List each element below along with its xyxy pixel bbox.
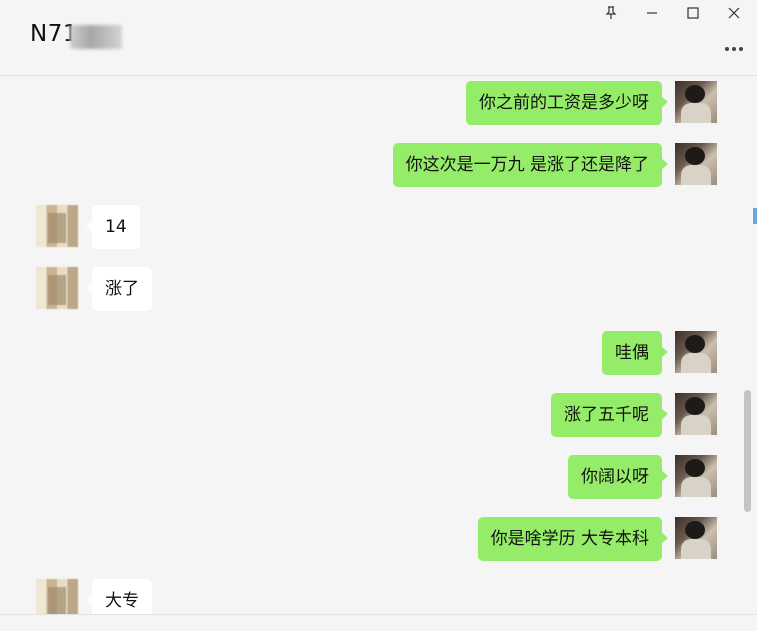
message-received: 14 (0, 205, 757, 251)
scrollbar-thumb[interactable] (744, 390, 751, 512)
edge-marker (753, 208, 757, 224)
more-icon (724, 37, 744, 56)
message-sent: 哇偶 (0, 331, 757, 377)
avatar[interactable] (36, 579, 78, 614)
message-received: 涨了 (0, 267, 757, 313)
message-sent: 你阔以呀 (0, 455, 757, 501)
more-button[interactable] (723, 36, 745, 56)
title-bar: N71 (0, 0, 757, 76)
chat-window: N71 你之前的工资是多少呀 你这次是一万九 是涨了还是降了 14 涨了 哇偶 … (0, 0, 757, 631)
avatar[interactable] (675, 393, 717, 435)
message-bubble[interactable]: 哇偶 (602, 331, 668, 375)
pin-button[interactable] (596, 3, 626, 25)
close-button[interactable] (719, 3, 749, 25)
message-sent: 涨了五千呢 (0, 393, 757, 439)
avatar[interactable] (675, 143, 717, 185)
message-bubble[interactable]: 你是啥学历 大专本科 (477, 517, 669, 561)
message-received: 大专 (0, 579, 757, 614)
avatar[interactable] (36, 267, 78, 309)
avatar[interactable] (675, 455, 717, 497)
avatar[interactable] (675, 331, 717, 373)
message-bubble[interactable]: 14 (86, 205, 140, 249)
avatar[interactable] (675, 81, 717, 123)
message-list[interactable]: 你之前的工资是多少呀 你这次是一万九 是涨了还是降了 14 涨了 哇偶 涨了五千… (0, 76, 757, 614)
close-icon (727, 5, 741, 24)
message-bubble[interactable]: 大专 (86, 579, 152, 614)
title-redaction (70, 25, 122, 49)
message-bubble[interactable]: 你这次是一万九 是涨了还是降了 (392, 143, 669, 187)
avatar[interactable] (675, 517, 717, 559)
minimize-icon (645, 5, 659, 24)
message-bubble[interactable]: 涨了五千呢 (551, 393, 668, 437)
message-sent: 你之前的工资是多少呀 (0, 81, 757, 127)
input-area[interactable] (0, 615, 757, 631)
pin-icon (604, 5, 618, 24)
avatar[interactable] (36, 205, 78, 247)
message-bubble[interactable]: 你之前的工资是多少呀 (466, 81, 668, 125)
minimize-button[interactable] (637, 3, 667, 25)
maximize-button[interactable] (678, 3, 708, 25)
message-sent: 你是啥学历 大专本科 (0, 517, 757, 563)
message-bubble[interactable]: 涨了 (86, 267, 152, 311)
message-bubble[interactable]: 你阔以呀 (568, 455, 668, 499)
maximize-icon (686, 5, 700, 24)
message-sent: 你这次是一万九 是涨了还是降了 (0, 143, 757, 189)
